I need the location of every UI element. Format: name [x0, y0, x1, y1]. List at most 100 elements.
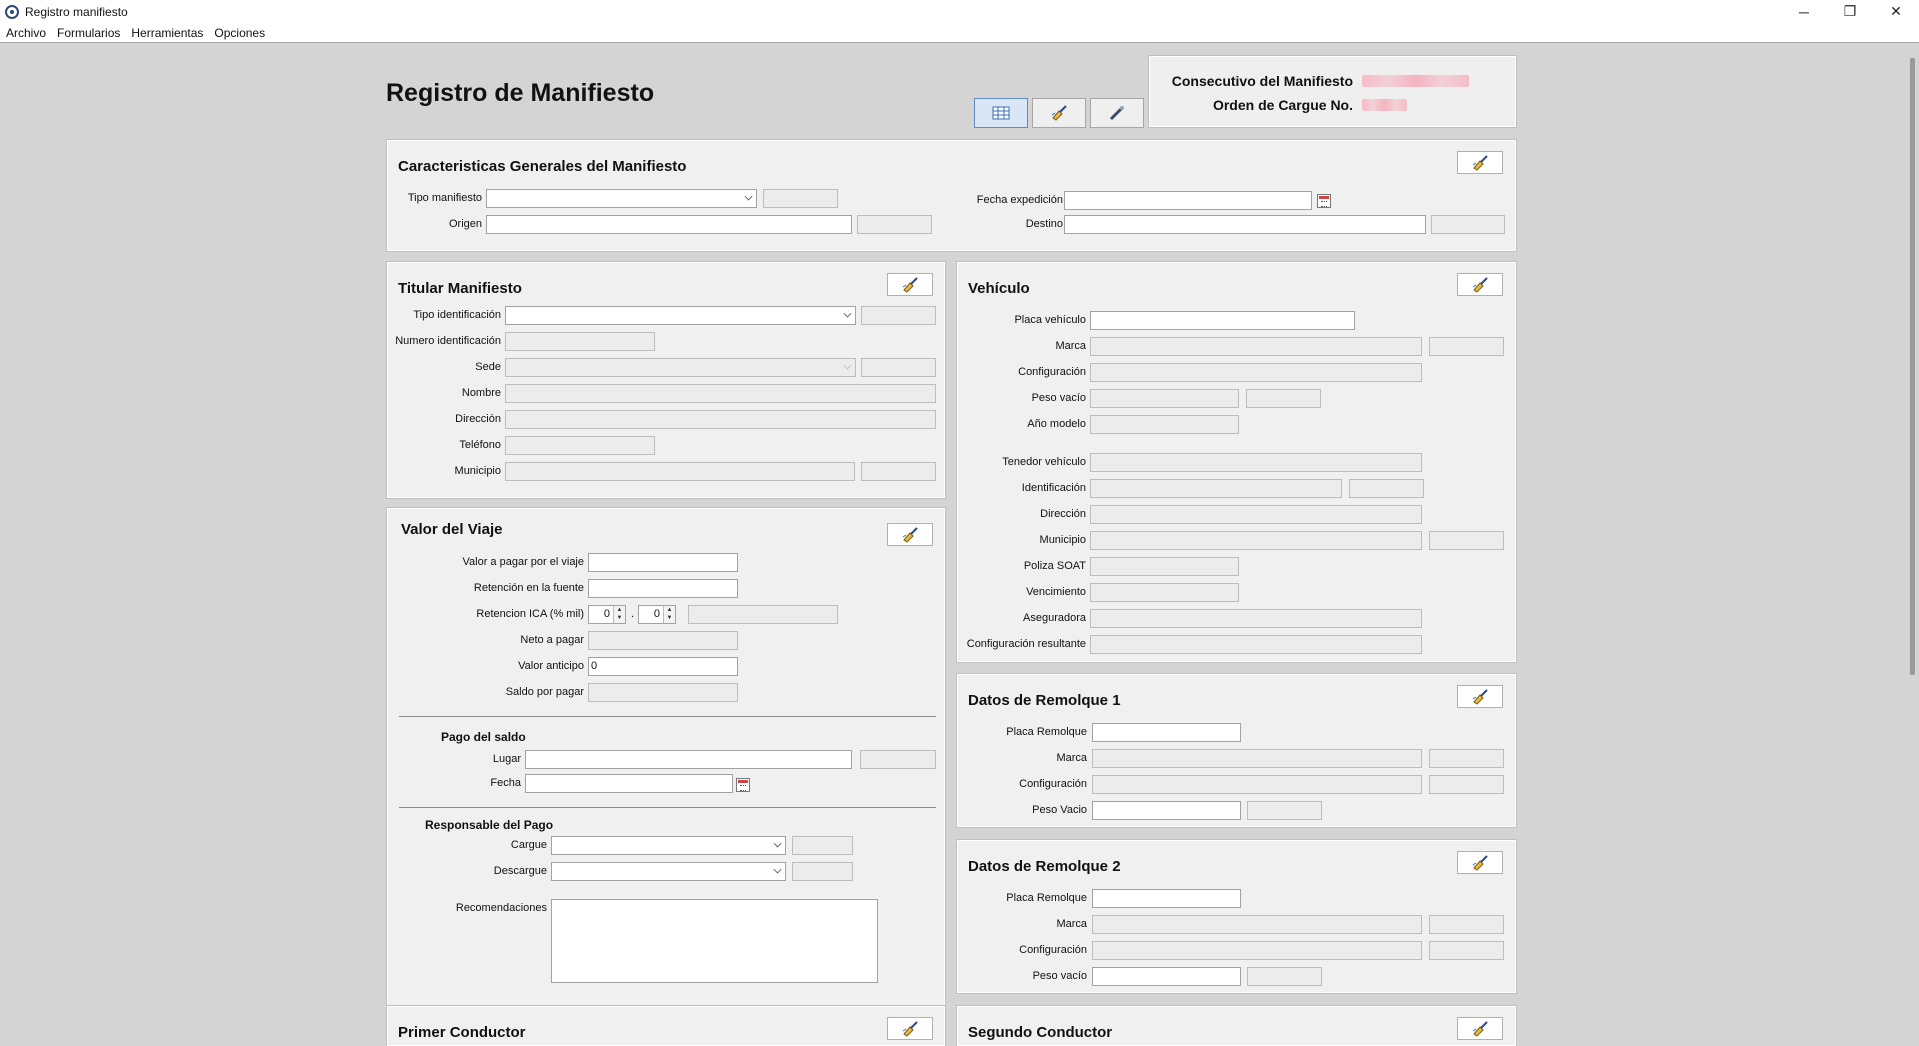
- telefono-label: Teléfono: [459, 439, 501, 451]
- numero-identificacion-input[interactable]: [505, 332, 655, 351]
- remolque2-placa-label: Placa Remolque: [1006, 892, 1087, 904]
- fecha-input[interactable]: [525, 774, 733, 793]
- identificacion-label: Identificación: [1021, 482, 1086, 494]
- conductor2-panel: Segundo Conductor: [957, 1006, 1516, 1046]
- poliza-value: [1090, 557, 1239, 576]
- consecutivo-value-redacted: [1362, 75, 1469, 87]
- anticipo-input[interactable]: 0: [588, 657, 738, 676]
- remolque1-clear-button[interactable]: [1457, 685, 1503, 708]
- remolque2-panel: Datos de Remolque 2 Placa Remolque Marca…: [957, 840, 1516, 993]
- vencimiento-label: Vencimiento: [1026, 586, 1086, 598]
- calendar-icon[interactable]: [736, 778, 750, 792]
- telefono-input[interactable]: [505, 436, 655, 455]
- tools-button[interactable]: [1090, 98, 1144, 128]
- destino-code: [1431, 215, 1505, 234]
- titular-clear-button[interactable]: [887, 273, 933, 296]
- close-button[interactable]: ✕: [1873, 0, 1919, 23]
- remolque2-peso-unit: [1247, 967, 1322, 986]
- tipo-manifiesto-select[interactable]: [486, 189, 757, 208]
- divider: [399, 807, 936, 808]
- clear-form-button[interactable]: [1032, 98, 1086, 128]
- neto-value: [588, 631, 738, 650]
- destino-label: Destino: [1025, 218, 1063, 230]
- stepper-arrows-icon[interactable]: ▲ ▼: [613, 606, 625, 623]
- retencion-fuente-label: Retención en la fuente: [473, 582, 584, 594]
- cargue-select[interactable]: [551, 836, 786, 855]
- cargue-label: Cargue: [510, 839, 547, 851]
- broom-icon: [1472, 1020, 1488, 1037]
- grid-view-button[interactable]: [974, 98, 1028, 128]
- vehiculo-municipio-code: [1429, 531, 1504, 550]
- placa-vehiculo-input[interactable]: [1090, 311, 1355, 330]
- menu-herramientas[interactable]: Herramientas: [131, 26, 203, 40]
- remolque2-marca-value: [1092, 915, 1422, 934]
- calendar-icon[interactable]: [1317, 194, 1331, 208]
- tenedor-value: [1090, 453, 1422, 472]
- sede-select[interactable]: [505, 358, 856, 377]
- menu-opciones[interactable]: Opciones: [214, 26, 265, 40]
- marca-code: [1429, 337, 1504, 356]
- valor-pagar-input[interactable]: [588, 553, 738, 572]
- origen-input[interactable]: [486, 215, 852, 234]
- vehiculo-direccion-label: Dirección: [1040, 508, 1086, 520]
- origen-label: Origen: [448, 218, 482, 230]
- ica-integer-stepper[interactable]: 0 ▲ ▼: [588, 605, 626, 624]
- ica-decimal-stepper[interactable]: 0 ▲ ▼: [638, 605, 676, 624]
- recomendaciones-textarea[interactable]: [551, 899, 878, 983]
- placa-vehiculo-label: Placa vehículo: [1014, 314, 1086, 326]
- divider: [399, 716, 936, 717]
- consecutivo-label: Consecutivo del Manifiesto: [1171, 73, 1353, 89]
- destino-input[interactable]: [1064, 215, 1426, 234]
- vertical-scrollbar[interactable]: [1910, 58, 1915, 675]
- menu-formularios[interactable]: Formularios: [57, 26, 120, 40]
- nombre-input[interactable]: [505, 384, 936, 403]
- chevron-down-icon: [843, 361, 852, 370]
- conductor1-clear-button[interactable]: [887, 1017, 933, 1040]
- stepper-arrows-icon[interactable]: ▲ ▼: [663, 606, 675, 623]
- remolque2-clear-button[interactable]: [1457, 851, 1503, 874]
- valor-panel: Valor del Viaje Valor a pagar por el via…: [387, 508, 945, 1036]
- valor-pagar-label: Valor a pagar por el viaje: [462, 556, 584, 568]
- remolque1-config-label: Configuración: [1019, 778, 1087, 790]
- remolque2-config-value: [1092, 941, 1422, 960]
- consecutivo-panel: Consecutivo del Manifiesto Orden de Carg…: [1149, 56, 1516, 127]
- sede-label: Sede: [475, 361, 501, 373]
- saldo-value: [588, 683, 738, 702]
- remolque1-marca-code: [1429, 749, 1504, 768]
- responsable-heading: Responsable del Pago: [425, 818, 554, 832]
- maximize-button[interactable]: ❐: [1827, 0, 1873, 23]
- remolque2-marca-code: [1429, 915, 1504, 934]
- remolque2-peso-label: Peso vacío: [1032, 970, 1087, 982]
- tipo-identificacion-select[interactable]: [505, 306, 856, 325]
- remolque1-placa-input[interactable]: [1092, 723, 1241, 742]
- chevron-down-icon: [773, 839, 782, 848]
- remolque1-peso-label: Peso Vacio: [1032, 804, 1087, 816]
- orden-cargue-value-redacted: [1362, 99, 1407, 111]
- chevron-down-icon: [744, 192, 753, 201]
- valor-clear-button[interactable]: [887, 523, 933, 546]
- direccion-input[interactable]: [505, 410, 936, 429]
- vehiculo-clear-button[interactable]: [1457, 273, 1503, 296]
- broom-icon: [902, 276, 918, 293]
- configuracion-value: [1090, 363, 1422, 382]
- retencion-ica-value: [688, 605, 838, 624]
- minimize-button[interactable]: ─: [1781, 0, 1827, 23]
- broom-icon: [902, 526, 918, 543]
- lugar-input[interactable]: [525, 750, 852, 769]
- retencion-fuente-input[interactable]: [588, 579, 738, 598]
- titular-panel: Titular Manifiesto Tipo identificación N…: [387, 262, 945, 498]
- remolque2-placa-input[interactable]: [1092, 889, 1241, 908]
- descargue-select[interactable]: [551, 862, 786, 881]
- conductor1-panel: Primer Conductor: [387, 1006, 945, 1046]
- conductor2-clear-button[interactable]: [1457, 1017, 1503, 1040]
- tipo-identificacion-label: Tipo identificación: [413, 309, 501, 321]
- remolque1-config-value: [1092, 775, 1422, 794]
- municipio-input[interactable]: [505, 462, 855, 481]
- fecha-expedicion-input[interactable]: [1064, 191, 1312, 210]
- remolque2-title: Datos de Remolque 2: [968, 858, 1121, 875]
- remolque1-peso-input[interactable]: [1092, 801, 1241, 820]
- broom-icon: [1051, 105, 1067, 121]
- remolque2-peso-input[interactable]: [1092, 967, 1241, 986]
- menu-archivo[interactable]: Archivo: [6, 26, 46, 40]
- general-clear-button[interactable]: [1457, 151, 1503, 174]
